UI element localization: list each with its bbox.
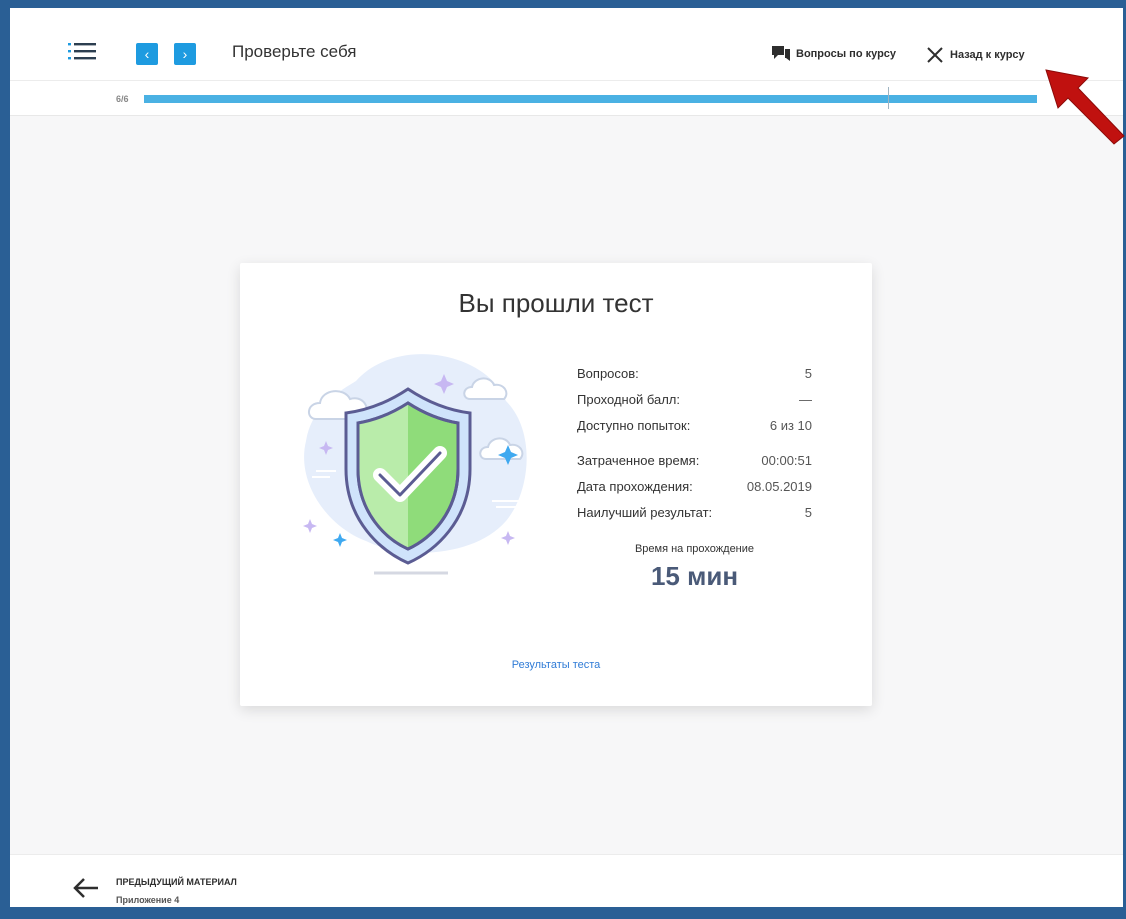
- stat-label: Доступно попыток:: [577, 418, 691, 433]
- back-to-course-button[interactable]: Назад к курсу: [926, 46, 1025, 64]
- annotation-arrow-icon: [1045, 69, 1125, 145]
- menu-icon: [68, 43, 96, 60]
- next-page-button[interactable]: ›: [174, 43, 196, 65]
- progress-row: 6/6: [10, 81, 1123, 116]
- close-icon: [927, 47, 943, 63]
- previous-material-title: Приложение 4: [116, 895, 180, 905]
- chevron-left-icon: ‹: [144, 46, 150, 62]
- stat-label: Дата прохождения:: [577, 479, 693, 494]
- stat-value: 5: [804, 505, 812, 520]
- test-results-link[interactable]: Результаты теста: [240, 659, 872, 671]
- app-window: ‹ › Проверьте себя Вопросы по курсу Наза…: [10, 8, 1123, 907]
- stat-row: Проходной балл: —: [577, 387, 812, 413]
- menu-button[interactable]: [68, 42, 96, 60]
- stat-value: 5: [804, 366, 812, 381]
- previous-material-label: ПРЕДЫДУЩИЙ МАТЕРИАЛ: [116, 877, 237, 887]
- previous-page-button[interactable]: ‹: [136, 43, 158, 65]
- stat-value: 6 из 10: [769, 418, 812, 433]
- stat-row: Дата прохождения: 08.05.2019: [577, 474, 812, 500]
- result-stats: Вопросов: 5 Проходной балл: — Доступно п…: [577, 361, 812, 526]
- progress-marker: [888, 87, 889, 109]
- back-to-course-label: Назад к курсу: [950, 49, 1025, 61]
- progress-fill: [144, 95, 1037, 103]
- course-questions-label: Вопросы по курсу: [796, 47, 897, 60]
- progress-label: 6/6: [116, 94, 129, 104]
- progress-bar: [144, 87, 1037, 109]
- stat-row: Вопросов: 5: [577, 361, 812, 387]
- result-title: Вы прошли тест: [458, 288, 654, 318]
- chat-icon: [772, 46, 790, 61]
- previous-material-button[interactable]: ПРЕДЫДУЩИЙ МАТЕРИАЛ Приложение 4: [72, 871, 302, 905]
- stat-row: Затраченное время: 00:00:51: [577, 448, 812, 474]
- time-limit-caption: Время на прохождение: [634, 543, 755, 555]
- stat-row: Наилучший результат: 5: [577, 500, 812, 526]
- stat-label: Наилучший результат:: [577, 505, 713, 520]
- page-title: Проверьте себя: [232, 42, 357, 61]
- top-bar: ‹ › Проверьте себя Вопросы по курсу Наза…: [10, 8, 1123, 81]
- stat-value: —: [799, 392, 812, 407]
- test-result-card: Вы прошли тест Вопросов: 5 Проходной бал…: [240, 263, 872, 706]
- course-questions-button[interactable]: Вопросы по курсу: [772, 46, 896, 61]
- stat-label: Проходной балл:: [577, 392, 680, 407]
- arrow-left-icon: [73, 878, 98, 898]
- stat-value: 08.05.2019: [746, 479, 812, 494]
- stat-label: Вопросов:: [577, 366, 639, 381]
- stat-value: 00:00:51: [761, 453, 812, 468]
- stat-row: Доступно попыток: 6 из 10: [577, 413, 812, 439]
- stat-label: Затраченное время:: [577, 453, 700, 468]
- chevron-right-icon: ›: [182, 46, 188, 62]
- time-limit-value: 15 мин: [650, 561, 739, 591]
- shield-check-icon: [303, 354, 527, 575]
- footer-bar: ПРЕДЫДУЩИЙ МАТЕРИАЛ Приложение 4: [10, 854, 1123, 907]
